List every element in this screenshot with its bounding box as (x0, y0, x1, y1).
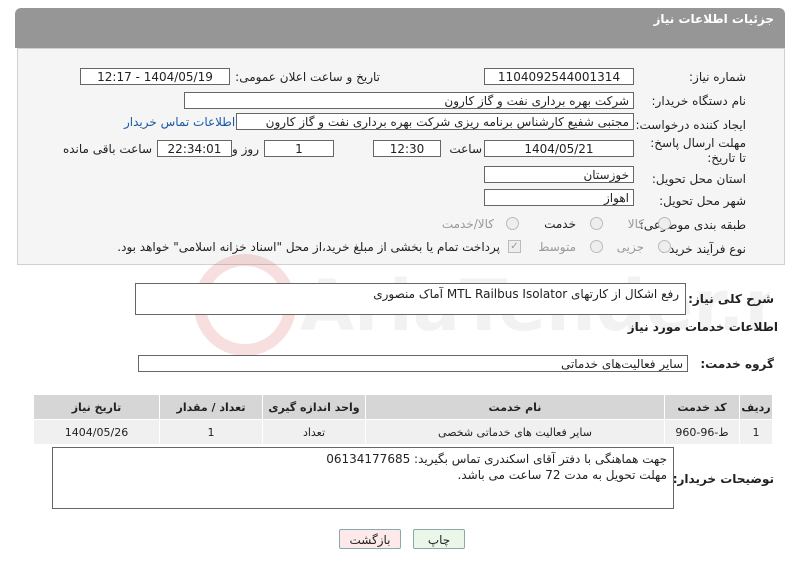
deadline-time-label: ساعت (449, 142, 482, 156)
remaining-time-label: ساعت باقی مانده (62, 142, 152, 156)
need-number-field[interactable]: 1104092544001314 (484, 68, 634, 85)
service-group-field[interactable]: سایر فعالیت‌های خدماتی (138, 355, 688, 372)
buyer-notes-line1: جهت هماهنگی با دفتر آقای اسکندری تماس بگ… (326, 452, 667, 466)
announce-date-label: تاریخ و ساعت اعلان عمومی: (235, 70, 380, 84)
table-header-row: ردیف کد خدمت نام خدمت واحد اندازه گیری ت… (33, 394, 773, 420)
deadline-label: مهلت ارسال پاسخ: تا تاریخ: (650, 136, 746, 165)
category-option-goods: کالا (627, 217, 644, 231)
deadline-date-field[interactable]: 1404/05/21 (484, 140, 634, 157)
header-service-name: نام خدمت (365, 394, 665, 420)
cell-quantity: 1 (159, 419, 263, 445)
buyer-contact-link[interactable]: اطلاعات تماس خریدار (124, 115, 235, 129)
city-field[interactable]: اهواز (484, 189, 634, 206)
summary-label: شرح کلی نیاز: (688, 292, 774, 306)
summary-box[interactable]: رفع اشکال از کارتهای MTL Railbus Isolato… (135, 283, 686, 315)
cell-unit: تعداد (262, 419, 366, 445)
cell-row-number: 1 (739, 419, 773, 445)
services-section-title: اطلاعات خدمات مورد نیاز (627, 320, 778, 334)
buyer-notes-label: توضیحات خریدار: (672, 472, 774, 486)
header-unit: واحد اندازه گیری (262, 394, 366, 420)
category-radio-goods[interactable] (658, 217, 671, 230)
cell-need-date: 1404/05/26 (33, 419, 160, 445)
header-quantity: تعداد / مقدار (159, 394, 263, 420)
category-option-goods-service: کالا/خدمت (441, 217, 494, 231)
service-group-label: گروه خدمت: (700, 357, 774, 371)
deadline-time-field[interactable]: 12:30 (373, 140, 441, 157)
announce-date-field[interactable]: 1404/05/19 - 12:17 (80, 68, 230, 85)
buyer-notes-box[interactable]: جهت هماهنگی با دفتر آقای اسکندری تماس بگ… (52, 447, 674, 509)
buyer-org-field[interactable]: شرکت بهره برداری نفت و گاز کارون (184, 92, 634, 109)
creator-label: ایجاد کننده درخواست: (635, 118, 746, 132)
remaining-time-field[interactable]: 22:34:01 (157, 140, 232, 157)
category-option-service: خدمت (544, 217, 576, 231)
buyer-notes-line2: مهلت تحویل به مدت 72 ساعت می باشد. (457, 468, 667, 482)
back-button[interactable]: بازگشت (339, 529, 401, 549)
province-field[interactable]: خوزستان (484, 166, 634, 183)
category-radio-service[interactable] (590, 217, 603, 230)
buyer-org-label: نام دستگاه خریدار: (651, 94, 747, 108)
cell-service-name: سایر فعالیت های خدماتی شخصی (365, 419, 665, 445)
summary-text: رفع اشکال از کارتهای MTL Railbus Isolato… (373, 287, 679, 301)
creator-field[interactable]: مجتبی شفیع کارشناس برنامه ریزی شرکت بهره… (236, 113, 634, 130)
category-radio-goods-service[interactable] (506, 217, 519, 230)
city-label: شهر محل تحویل: (659, 194, 746, 208)
days-label: روز و (232, 142, 259, 156)
services-table: ردیف کد خدمت نام خدمت واحد اندازه گیری ت… (33, 394, 773, 445)
cell-service-code: ط-96-960 (664, 419, 740, 445)
header-need-date: تاریخ نیاز (33, 394, 160, 420)
province-label: استان محل تحویل: (651, 172, 746, 186)
days-field[interactable]: 1 (264, 140, 334, 157)
print-button[interactable]: چاپ (413, 529, 465, 549)
page-title: جزئیات اطلاعات نیاز (653, 12, 774, 26)
header-service-code: کد خدمت (664, 394, 740, 420)
table-row: 1 ط-96-960 سایر فعالیت های خدماتی شخصی ت… (33, 419, 773, 445)
header-row-number: ردیف (739, 394, 773, 420)
need-number-label: شماره نیاز: (689, 70, 746, 84)
category-label: طبقه بندی موضوعی: (639, 218, 746, 232)
